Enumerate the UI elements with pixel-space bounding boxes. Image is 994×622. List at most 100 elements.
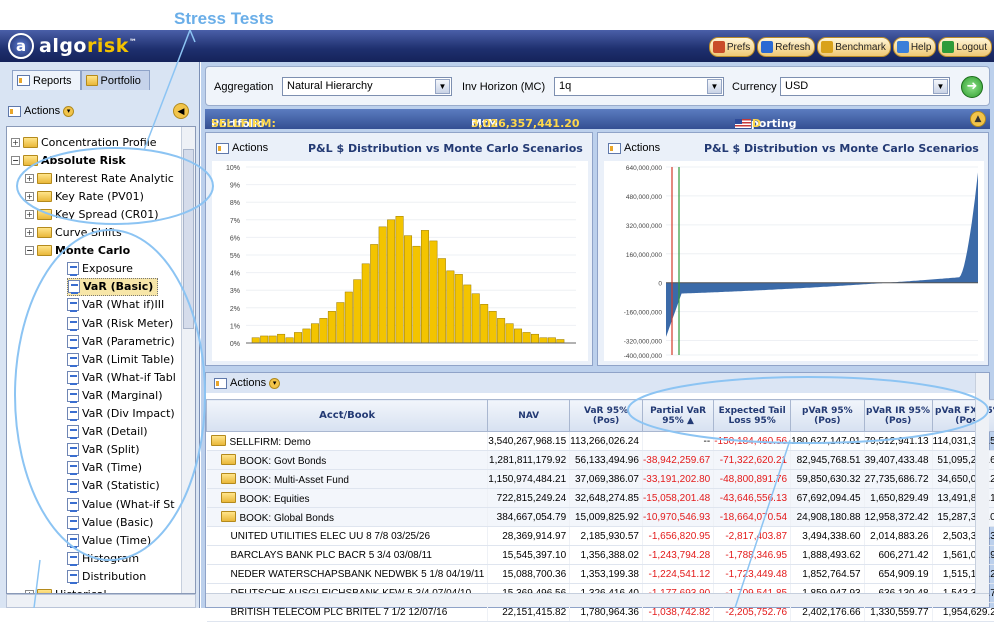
table-row[interactable]: BARCLAYS BANK PLC BACR 5 3/4 03/08/1115,… (207, 546, 994, 565)
tree-item[interactable]: Value (Basic) (67, 513, 153, 531)
collapse-up-icon[interactable]: ▲ (970, 111, 986, 127)
actions-label: Actions (24, 105, 60, 117)
chart-actions-menu[interactable]: Actions (608, 142, 660, 154)
column-header[interactable]: Expected Tail Loss 95% (714, 400, 791, 432)
tree-item[interactable]: VaR (Split) (67, 441, 140, 459)
value-cell: 59,850,630.32 (791, 470, 865, 489)
report-tree: +Concentration Profile−Absolute Risk+Int… (6, 126, 196, 594)
expand-icon[interactable]: + (25, 174, 34, 183)
aggregation-select[interactable]: Natural Hierarchy▼ (282, 77, 452, 96)
tree-item[interactable]: +Concentration Profile (11, 133, 157, 151)
tree-hscrollbar[interactable] (6, 594, 196, 608)
tree-item[interactable]: Exposure (67, 260, 133, 278)
collapse-icon[interactable]: − (11, 156, 20, 165)
tree-item-label: Value (What-if St (82, 498, 175, 511)
tree-scroll-thumb[interactable] (183, 149, 194, 329)
tree-item-label: Value (Time) (82, 534, 151, 547)
table-row[interactable]: BOOK: Multi-Asset Fund1,150,974,484.2137… (207, 470, 994, 489)
folder-icon (37, 209, 52, 220)
logo-trademark: ™ (129, 38, 138, 47)
column-header[interactable]: pVaR 95% (Pos) (791, 400, 865, 432)
help-button[interactable]: Help (893, 37, 937, 57)
tree-scrollbar[interactable] (181, 127, 195, 593)
table-row[interactable]: SELLFIRM: Demo3,540,267,968.15113,266,02… (207, 432, 994, 451)
acct-label: BOOK: Multi-Asset Fund (240, 475, 349, 486)
reports-icon (17, 75, 30, 86)
tree-item[interactable]: +Interest Rate Analytic (25, 169, 174, 187)
y-tick-label: -320,000,000 (624, 339, 663, 346)
tree-item[interactable]: Value (Time) (67, 531, 151, 549)
acct-cell: BOOK: Govt Bonds (207, 451, 488, 470)
logout-button[interactable]: Logout (938, 37, 992, 57)
collapse-left-icon[interactable]: ◀ (173, 103, 189, 119)
expand-icon[interactable]: + (25, 210, 34, 219)
tree-item[interactable]: Distribution (67, 567, 146, 585)
tree-item[interactable]: VaR (Marginal) (67, 386, 163, 404)
tree-item[interactable]: −Absolute Risk (11, 151, 126, 169)
button-label: Logout (956, 42, 987, 53)
tree-item[interactable]: VaR (Risk Meter) (67, 314, 173, 332)
y-tick-label: 8% (230, 200, 240, 207)
chart-actions-menu[interactable]: Actions (216, 142, 268, 154)
report-icon (67, 371, 79, 384)
tree-item[interactable]: VaR (Detail) (67, 423, 148, 441)
table-row[interactable]: BOOK: Govt Bonds1,281,811,179.9256,133,4… (207, 451, 994, 470)
currency-select[interactable]: USD▼ (780, 77, 950, 96)
value-cell: 654,909.19 (864, 565, 932, 584)
go-button[interactable]: ➜ (961, 76, 983, 98)
tree-item[interactable]: VaR (Basic) (67, 278, 158, 296)
tree-item[interactable]: Histogram (67, 549, 139, 567)
report-icon (67, 353, 79, 366)
value-cell: -33,191,202.80 (642, 470, 713, 489)
tree-item[interactable]: VaR (Div Impact) (67, 405, 175, 423)
horizon-select[interactable]: 1q▼ (554, 77, 724, 96)
tab-reports[interactable]: Reports (12, 70, 81, 90)
expand-icon[interactable]: + (11, 138, 20, 147)
table-row[interactable]: NEDER WATERSCHAPSBANK NEDWBK 5 1/8 04/19… (207, 565, 994, 584)
column-header[interactable]: Acct/Book (207, 400, 488, 432)
tree-item[interactable]: −Monte Carlo (25, 242, 130, 260)
tree-item[interactable]: + Curve Shifts (25, 224, 122, 242)
chart-title: P&L $ Distribution vs Monte Carlo Scenar… (704, 142, 979, 155)
actions-icon (216, 143, 229, 154)
acct-label: BARCLAYS BANK PLC BACR 5 3/4 03/08/11 (231, 550, 432, 561)
risk-table: Acct/BookNAVVaR 95% (Pos)Partial VaR 95%… (206, 399, 994, 622)
tree-item[interactable]: +Key Rate (PV01) (25, 187, 144, 205)
expand-icon[interactable]: + (25, 228, 34, 237)
histogram-bar (489, 311, 496, 343)
table-row[interactable]: UNITED UTILITIES ELEC UU 8 7/8 03/25/262… (207, 527, 994, 546)
tree-item[interactable]: +Historical (25, 586, 107, 595)
tree-item[interactable]: VaR (What if)III (67, 296, 164, 314)
expand-icon[interactable]: + (25, 192, 34, 201)
tree-item[interactable]: +Key Spread (CR01) (25, 205, 159, 223)
table-hscrollbar[interactable] (206, 593, 989, 607)
collapse-icon[interactable]: − (25, 246, 34, 255)
column-header[interactable]: Partial VaR 95% ▲ (642, 400, 713, 432)
benchmark-button[interactable]: Benchmark (817, 37, 891, 57)
left-actions-menu[interactable]: Actions ▾ ◀ (8, 100, 191, 122)
tree-item[interactable]: VaR (Time) (67, 459, 142, 477)
tree-item-label: Curve Shifts (55, 226, 122, 239)
tree-item-label: VaR (Div Impact) (82, 407, 175, 420)
tree-item[interactable]: Value (What-if St (67, 495, 175, 513)
column-header[interactable]: VaR 95% (Pos) (570, 400, 643, 432)
tree-item[interactable]: VaR (Limit Table) (67, 350, 174, 368)
prefs-button[interactable]: Prefs (709, 37, 755, 57)
table-actions-menu[interactable]: Actions▾ (206, 373, 975, 393)
column-header[interactable]: pVaR IR 95% (Pos) (864, 400, 932, 432)
column-header[interactable]: NAV (488, 400, 570, 432)
refresh-button[interactable]: Refresh (757, 37, 815, 57)
table-vscrollbar[interactable] (975, 373, 989, 595)
tree-item[interactable]: VaR (Statistic) (67, 477, 160, 495)
value-cell: 32,648,274.85 (570, 489, 643, 508)
y-tick-label: 7% (230, 218, 240, 225)
folder-icon (37, 245, 52, 256)
value-cell: -1,788,346.95 (714, 546, 791, 565)
value-cell: -- (642, 432, 713, 451)
tab-portfolio[interactable]: Portfolio (81, 70, 150, 90)
y-tick-label: 6% (230, 235, 240, 242)
tree-item[interactable]: VaR (Parametric) (67, 332, 175, 350)
tree-item[interactable]: VaR (What-if Tabl (67, 368, 176, 386)
table-row[interactable]: BOOK: Equities722,815,249.2432,648,274.8… (207, 489, 994, 508)
table-row[interactable]: BOOK: Global Bonds384,667,054.7915,009,8… (207, 508, 994, 527)
